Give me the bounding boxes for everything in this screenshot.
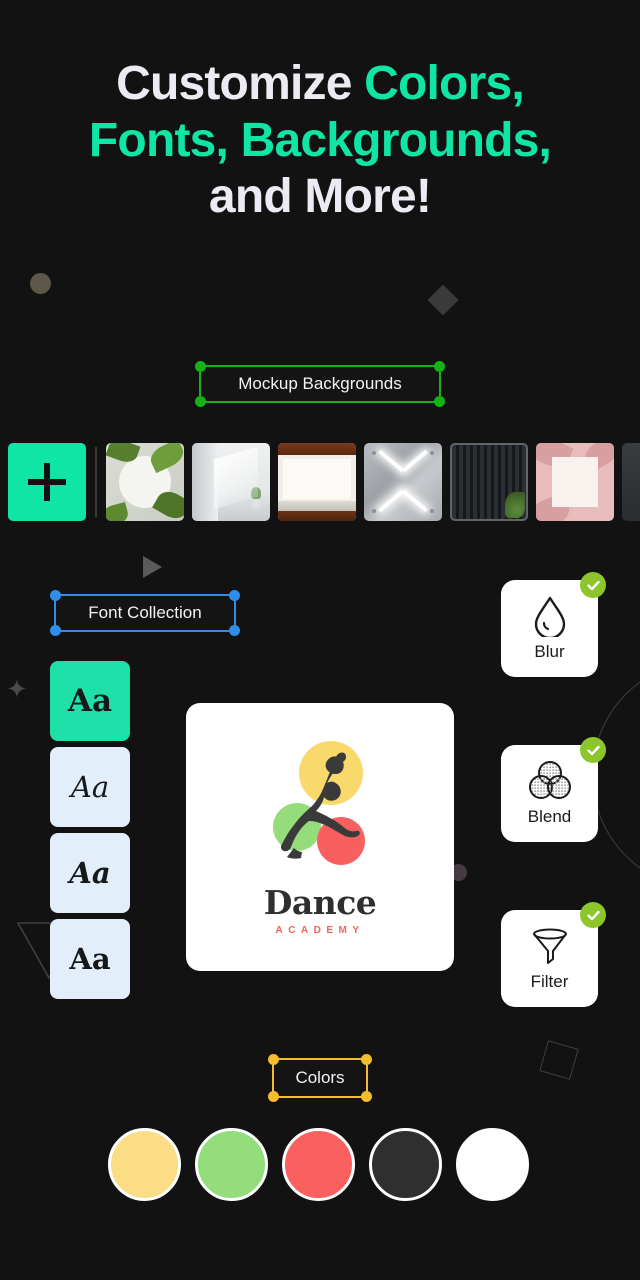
logo-preview-card[interactable]: Dance ACADEMY	[186, 703, 454, 971]
decor-diamond	[427, 284, 459, 316]
check-badge-blur	[580, 572, 606, 598]
decor-circle-outline	[592, 660, 640, 890]
effect-card-blend[interactable]: Blend	[501, 737, 606, 842]
logo-title: Dance	[263, 882, 377, 922]
page-title-line-2: Fonts, Backgrounds,	[88, 113, 552, 167]
background-thumbnail-strip[interactable]	[0, 443, 640, 521]
effect-label-blur: Blur	[534, 642, 565, 661]
background-thumb-wood-frame[interactable]	[278, 443, 356, 521]
background-thumb-white-plate-leaves[interactable]	[106, 443, 184, 521]
resize-handle-bottom-left[interactable]	[50, 625, 61, 636]
resize-handle-bottom-right[interactable]	[361, 1091, 372, 1102]
background-thumb-partial[interactable]	[622, 443, 640, 521]
label-colors[interactable]: Colors	[268, 1054, 372, 1102]
color-swatch-dark[interactable]	[369, 1128, 442, 1201]
label-font-collection[interactable]: Font Collection	[50, 590, 240, 636]
strip-divider	[95, 447, 97, 517]
font-sample-4: Aa	[69, 942, 111, 976]
background-thumb-pink-palm[interactable]	[536, 443, 614, 521]
title-accent-1: Colors,	[364, 57, 525, 110]
decor-circle-olive	[30, 273, 51, 294]
play-triangle-icon	[143, 556, 162, 578]
add-background-button[interactable]	[8, 443, 86, 521]
font-tile-list: Aa Aa Aa Aa	[50, 661, 130, 1005]
resize-handle-top-right[interactable]	[229, 590, 240, 601]
resize-handle-bottom-left[interactable]	[268, 1091, 279, 1102]
resize-handle-top-right[interactable]	[434, 361, 445, 372]
resize-handle-top-left[interactable]	[268, 1054, 279, 1065]
effect-card-blur[interactable]: Blur	[501, 572, 606, 677]
resize-handle-bottom-left[interactable]	[195, 396, 206, 407]
background-thumb-metal-lights[interactable]	[364, 443, 442, 521]
font-sample-1: Aa	[67, 683, 113, 719]
droplet-icon	[534, 596, 565, 637]
check-icon	[586, 910, 600, 920]
check-icon	[586, 745, 600, 755]
venn-circles-icon	[528, 761, 571, 799]
star-icon: ✦	[6, 674, 28, 704]
background-thumb-dark-slats[interactable]	[450, 443, 528, 521]
font-sample-2: Aa	[70, 770, 110, 804]
label-mockup-backgrounds-text: Mockup Backgrounds	[238, 374, 402, 393]
resize-handle-bottom-right[interactable]	[434, 396, 445, 407]
effect-label-filter: Filter	[530, 972, 569, 991]
dancer-silhouette-icon	[280, 752, 360, 859]
resize-handle-top-right[interactable]	[361, 1054, 372, 1065]
page-title-line-3: and More!	[208, 170, 432, 224]
label-mockup-backgrounds[interactable]: Mockup Backgrounds	[195, 361, 445, 407]
color-swatch-yellow[interactable]	[108, 1128, 181, 1201]
background-thumb-white-room[interactable]	[192, 443, 270, 521]
check-badge-blend	[580, 737, 606, 763]
label-font-collection-text: Font Collection	[88, 603, 202, 622]
page-title-line-1: Customize Colors,	[0, 56, 640, 113]
color-swatch-red[interactable]	[282, 1128, 355, 1201]
plus-icon	[28, 463, 66, 501]
resize-handle-top-left[interactable]	[195, 361, 206, 372]
font-tile-1[interactable]: Aa	[50, 661, 130, 741]
app-screen: ✦ Customize Colors, Fonts, Backgrounds, …	[0, 0, 640, 1280]
logo-subtitle: ACADEMY	[275, 924, 365, 936]
font-tile-4[interactable]: Aa	[50, 919, 130, 999]
label-colors-text: Colors	[295, 1068, 345, 1087]
font-sample-3: Aa	[69, 856, 111, 890]
color-swatch-green[interactable]	[195, 1128, 268, 1201]
color-swatch-row	[108, 1128, 532, 1201]
resize-handle-top-left[interactable]	[50, 590, 61, 601]
page-title: Customize Colors, Fonts, Backgrounds, an…	[0, 56, 640, 226]
font-tile-3[interactable]: Aa	[50, 833, 130, 913]
logo-artwork	[245, 739, 395, 881]
effect-label-blend: Blend	[527, 807, 572, 826]
check-icon	[586, 580, 600, 590]
resize-handle-bottom-right[interactable]	[229, 625, 240, 636]
decor-square-outline	[539, 1040, 579, 1080]
title-plain-1: Customize	[116, 57, 365, 110]
font-tile-2[interactable]: Aa	[50, 747, 130, 827]
funnel-icon	[532, 928, 567, 964]
check-badge-filter	[580, 902, 606, 928]
color-swatch-white[interactable]	[456, 1128, 529, 1201]
effect-card-filter[interactable]: Filter	[501, 902, 606, 1007]
